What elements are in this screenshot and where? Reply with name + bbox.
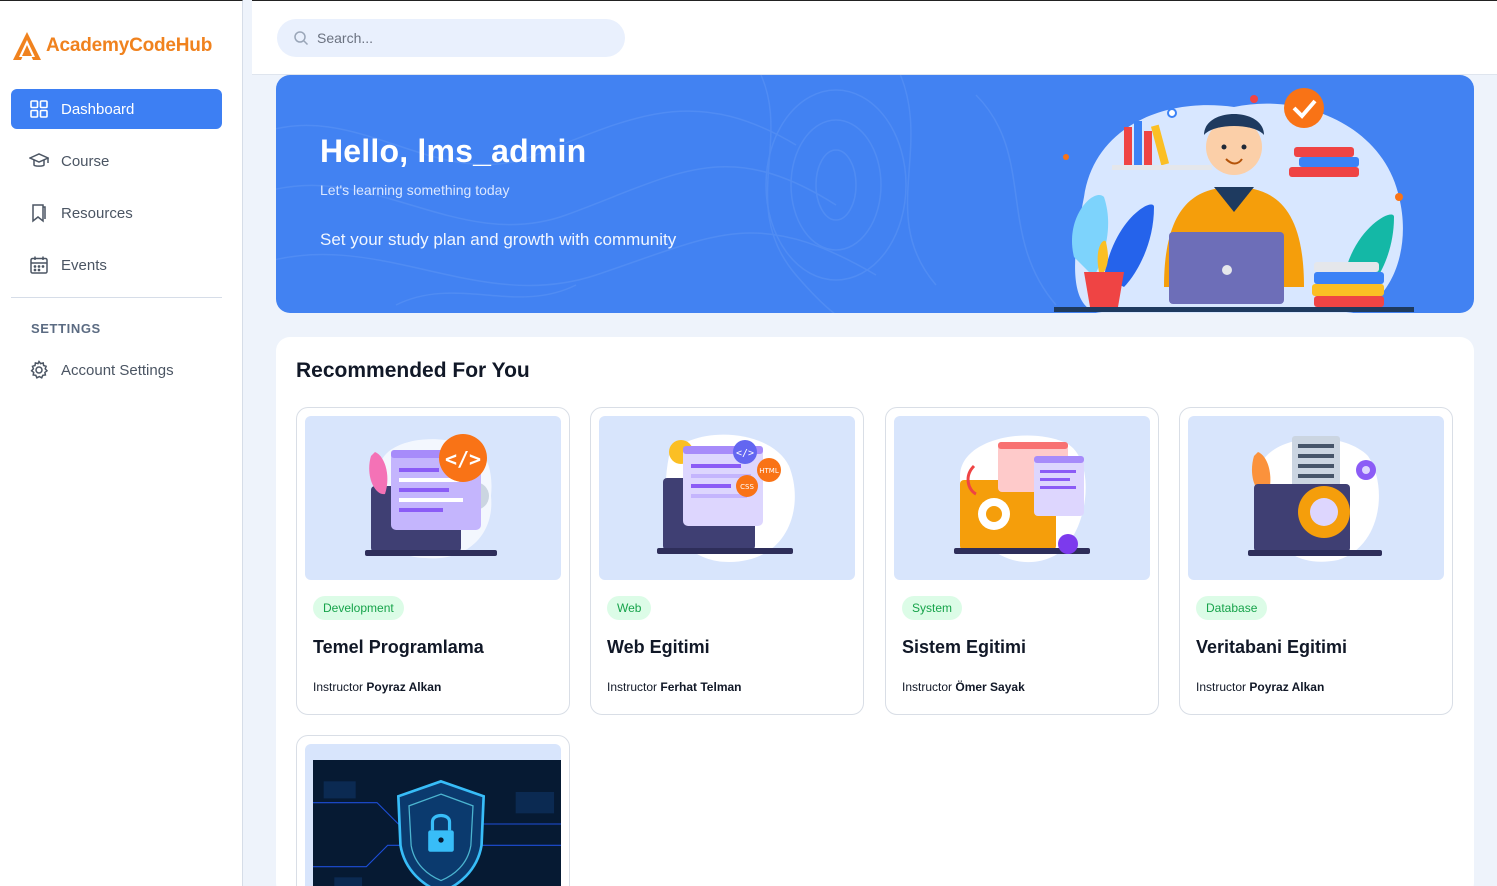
sidebar-item-label: Account Settings [61, 361, 174, 379]
instructor-prefix: Instructor [902, 680, 953, 694]
svg-text:CSS: CSS [740, 483, 754, 491]
settings-heading: SETTINGS [31, 321, 101, 336]
student-laptop-illustration [1054, 88, 1414, 313]
course-thumbnail: </> [305, 416, 561, 580]
course-title: Veritabani Egitimi [1196, 637, 1348, 657]
sidebar-item-dashboard[interactable]: Dashboard [11, 89, 222, 129]
top-bar [252, 0, 1497, 75]
hero-banner: Hello, lms_admin Let's learning somethin… [276, 75, 1474, 313]
recommended-panel: Recommended For You </> Development Teme… [276, 337, 1474, 886]
sidebar-item-label: Events [61, 256, 107, 274]
hero-greeting: Hello, lms_admin [320, 133, 587, 169]
course-card[interactable] [296, 735, 570, 886]
brand-logo[interactable]: AcademyCodeHub [11, 29, 212, 63]
database-laptop-illustration [1248, 436, 1382, 562]
sidebar-item-label: Dashboard [61, 100, 135, 118]
recommended-title: Recommended For You [296, 359, 530, 382]
course-thumbnail [1188, 416, 1444, 580]
svg-text:</>: </> [445, 447, 481, 471]
bookmark-icon [29, 203, 49, 223]
hero-subtitle: Let's learning something today [320, 182, 510, 198]
instructor-name: Poyraz Alkan [1249, 680, 1325, 694]
course-thumbnail: </> HTML CSS [599, 416, 855, 580]
course-instructor: Instructor Ferhat Telman [607, 680, 742, 694]
course-card[interactable]: </> HTML CSS Web Web Egitimi Instructor … [590, 407, 864, 715]
code-laptop-illustration: </> [365, 434, 497, 559]
logo-icon [13, 32, 41, 60]
grid-icon [29, 99, 49, 119]
instructor-prefix: Instructor [313, 680, 364, 694]
sidebar-nav: Dashboard Course Resources Events [11, 89, 222, 297]
svg-text:HTML: HTML [759, 467, 779, 475]
course-title: Sistem Egitimi [902, 637, 1027, 657]
sidebar: AcademyCodeHub Dashboard Course Resource… [0, 0, 243, 886]
course-card[interactable]: Database Veritabani Egitimi Instructor P… [1179, 407, 1453, 715]
instructor-name: Poyraz Alkan [366, 680, 442, 694]
graduation-cap-icon [29, 151, 49, 171]
calendar-icon [29, 255, 49, 275]
sidebar-item-resources[interactable]: Resources [11, 193, 222, 233]
hero-tagline: Set your study plan and growth with comm… [320, 230, 677, 249]
web-laptop-illustration: </> HTML CSS [657, 434, 795, 562]
system-laptop-illustration [954, 435, 1090, 563]
category-badge: Database [1196, 596, 1268, 620]
instructor-prefix: Instructor [1196, 680, 1247, 694]
course-title: Web Egitimi [607, 637, 710, 657]
search-icon [294, 31, 309, 46]
course-title: Temel Programlama [313, 637, 484, 657]
sidebar-item-label: Resources [61, 204, 133, 222]
category-badge: Development [313, 596, 404, 620]
course-thumbnail [305, 744, 561, 886]
category-badge: Web [607, 596, 652, 620]
sidebar-item-course[interactable]: Course [11, 141, 222, 181]
sidebar-item-label: Course [61, 152, 110, 170]
search-input[interactable] [317, 30, 617, 46]
sidebar-item-account-settings[interactable]: Account Settings [11, 350, 222, 390]
svg-text:</>: </> [736, 448, 754, 459]
course-instructor: Instructor Ömer Sayak [902, 680, 1025, 694]
course-thumbnail [894, 416, 1150, 580]
gear-icon [29, 360, 49, 380]
brand-name: AcademyCodeHub [46, 35, 213, 56]
course-card[interactable]: </> Development Temel Programlama Instru… [296, 407, 570, 715]
search-box[interactable] [277, 19, 625, 57]
instructor-name: Ömer Sayak [955, 680, 1025, 694]
instructor-name: Ferhat Telman [660, 680, 742, 694]
sidebar-item-events[interactable]: Events [11, 245, 222, 285]
security-shield-image [313, 760, 561, 886]
course-card[interactable]: System Sistem Egitimi Instructor Ömer Sa… [885, 407, 1159, 715]
course-instructor: Instructor Poyraz Alkan [1196, 680, 1324, 694]
instructor-prefix: Instructor [607, 680, 658, 694]
sidebar-divider [11, 297, 222, 298]
category-badge: System [902, 596, 963, 620]
settings-nav: Account Settings [11, 350, 222, 402]
course-instructor: Instructor Poyraz Alkan [313, 680, 441, 694]
